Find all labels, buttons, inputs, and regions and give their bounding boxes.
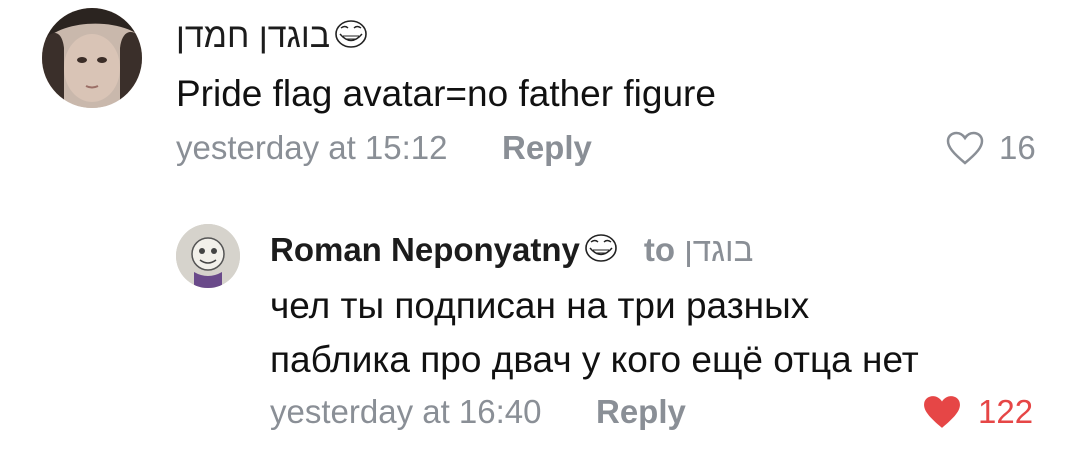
like-count: 122: [978, 393, 1034, 430]
comment-timestamp: yesterday at 15:12: [176, 129, 448, 166]
reply-button[interactable]: Reply: [502, 128, 592, 168]
like-count: 16: [999, 129, 1036, 166]
avatar[interactable]: [176, 224, 240, 288]
reply-comment: Roman Neponyatny to בוגדן чел ты подписа…: [0, 200, 1080, 460]
trollface-icon: [584, 232, 618, 272]
author-name[interactable]: Roman Neponyatny: [270, 231, 580, 268]
like-button[interactable]: 16: [945, 128, 1036, 168]
heart-filled-icon: [924, 396, 960, 428]
reply-button[interactable]: Reply: [596, 392, 686, 432]
like-button[interactable]: 122: [920, 392, 1033, 432]
avatar[interactable]: [42, 8, 142, 108]
avatar-photo: [42, 8, 142, 108]
comment-timestamp: yesterday at 16:40: [270, 393, 542, 430]
reply-to-prefix: to: [643, 231, 676, 268]
comment-text-line: паблика про двач у кого ещё отца нет: [270, 339, 919, 380]
comment: בוגדן חמדן Pride flag avatar=no father f…: [0, 0, 1080, 200]
comment-author[interactable]: בוגדן חמדן: [176, 16, 368, 58]
comment-author[interactable]: Roman Neponyatny to בוגדן: [270, 230, 753, 272]
comment-text-line: чел ты подписан на три разных: [270, 285, 810, 326]
heart-outline-icon: [946, 131, 984, 165]
reply-to-name[interactable]: בוגדן: [684, 231, 753, 268]
trollface-icon: [334, 18, 368, 58]
avatar-drawing: [176, 224, 240, 288]
author-name[interactable]: בוגדן חמדן: [176, 17, 330, 55]
comment-text: Pride flag avatar=no father figure: [176, 73, 716, 114]
